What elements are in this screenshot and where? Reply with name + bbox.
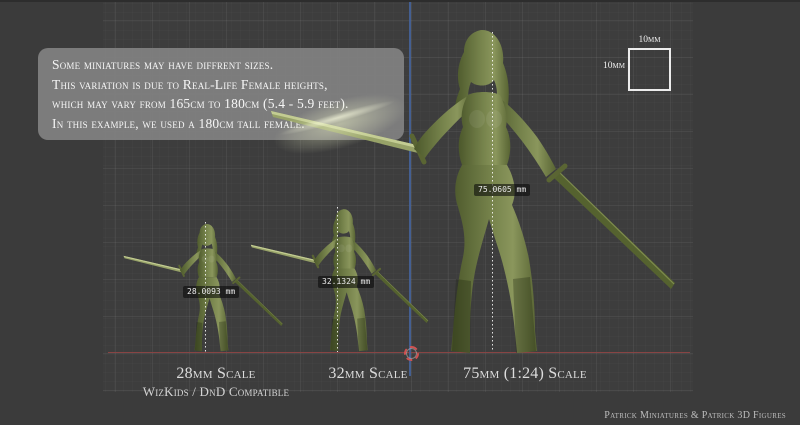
caption-28mm-scale: 28mm Scale — [140, 365, 292, 383]
caption-75mm-scale: 75mm (1:24) Scale — [440, 365, 610, 383]
caption-28mm-compatibility: WizKids / DnD Compatible — [110, 384, 322, 400]
scale-reference-top-label: 10mm — [627, 35, 672, 45]
3d-cursor-icon[interactable] — [404, 346, 419, 361]
measurement-label-32mm: 32.1324 mm — [318, 276, 374, 288]
scale-reference-square — [628, 48, 671, 91]
caption-32mm-scale: 32mm Scale — [300, 365, 436, 383]
measurement-label-75mm: 75.0605 mm — [474, 184, 530, 196]
scale-reference-side-label: 10mm — [594, 61, 625, 71]
blender-3d-viewport[interactable]: Some miniatures may have diffrent sizes.… — [0, 0, 800, 425]
measurement-label-28mm: 28.0093 mm — [183, 286, 239, 298]
credit-text: Patrick Miniatures & Patrick 3D Figures — [604, 410, 786, 421]
